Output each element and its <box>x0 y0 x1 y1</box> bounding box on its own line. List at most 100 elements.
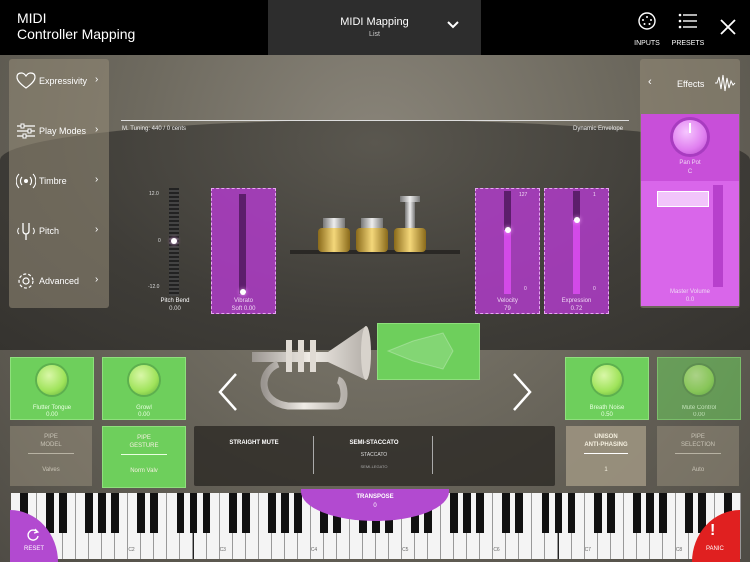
growl-value: 0.00 <box>138 412 150 418</box>
articulation-next[interactable]: SEMI-LEGATO <box>314 464 434 469</box>
flutter-tongue-control[interactable]: Flutter Tongue 0.00 <box>10 357 94 420</box>
pitch-bend-knob[interactable] <box>171 238 177 244</box>
velocity-control[interactable]: 127 0 Velocity 79 <box>475 188 540 314</box>
pan-pot-control[interactable]: Pan Pot C <box>641 114 739 181</box>
black-key[interactable] <box>111 493 120 533</box>
expression-knob[interactable] <box>573 216 580 223</box>
menu-item-label: Timbre <box>39 176 67 186</box>
chevron-right-icon: › <box>95 174 99 185</box>
black-key[interactable] <box>85 493 94 533</box>
master-tuning[interactable]: M. Tuning: 440 / 0 cents <box>122 126 186 132</box>
expression-control[interactable]: 1 0 Expression 0.72 <box>544 188 609 314</box>
black-key[interactable] <box>463 493 472 533</box>
inputs-button[interactable]: INPUTS <box>629 12 665 47</box>
expression-min: 0 <box>593 286 596 292</box>
next-instrument-icon[interactable] <box>510 372 534 412</box>
black-key[interactable] <box>176 493 185 533</box>
black-key[interactable] <box>137 493 146 533</box>
mapping-selector[interactable]: MIDI Mapping List <box>268 0 481 55</box>
master-volume-label: Master Volume <box>669 289 711 295</box>
previous-instrument-icon[interactable] <box>216 372 240 412</box>
black-key[interactable] <box>150 493 159 533</box>
expression-fill <box>573 219 580 294</box>
menu-item-pitch[interactable]: Pitch › <box>9 209 109 259</box>
presets-button[interactable]: PRESETS <box>670 12 706 47</box>
straight-mute-button[interactable]: STRAIGHT MUTE <box>194 440 314 446</box>
black-key[interactable] <box>606 493 615 533</box>
master-volume-handle[interactable] <box>657 191 709 207</box>
black-key[interactable] <box>228 493 237 533</box>
breath-noise-knob[interactable] <box>592 365 622 395</box>
waveform-icon <box>715 74 736 92</box>
mute-control-knob[interactable] <box>684 365 714 395</box>
menu-item-advanced[interactable]: Advanced › <box>9 259 109 309</box>
articulation-prev[interactable]: STACCATO <box>314 452 434 458</box>
menu-item-play-modes[interactable]: Play Modes › <box>9 109 109 159</box>
black-key[interactable] <box>202 493 211 533</box>
black-key[interactable] <box>189 493 198 533</box>
black-key[interactable] <box>554 493 563 533</box>
black-key[interactable] <box>98 493 107 533</box>
velocity-min: 0 <box>524 286 527 292</box>
menu-item-expressivity[interactable]: Expressivity › <box>9 59 109 109</box>
panic-label: PANIC <box>706 546 724 552</box>
master-volume-control[interactable]: Master Volume 0.0 <box>641 181 739 306</box>
black-key[interactable] <box>541 493 550 533</box>
black-key[interactable] <box>280 493 289 533</box>
articulation-selected[interactable]: SEMI-STACCATO <box>314 440 434 446</box>
vibrato-knob[interactable] <box>240 289 246 295</box>
flugelhorn-image <box>252 326 371 410</box>
gear-icon <box>18 273 34 289</box>
black-key[interactable] <box>593 493 602 533</box>
black-key[interactable] <box>450 493 459 533</box>
unison-selector[interactable]: UNISON ANTI-PHASING 1 <box>566 426 646 486</box>
black-key[interactable] <box>632 493 641 533</box>
black-key[interactable] <box>476 493 485 533</box>
trumpet-valves-image <box>290 196 460 254</box>
black-key[interactable] <box>241 493 250 533</box>
black-key[interactable] <box>658 493 667 533</box>
pipe-gesture-title2: GESTURE <box>129 443 159 449</box>
vibrato-track <box>239 194 246 294</box>
pitch-bend-control[interactable]: 12.0 0 -12.0 Pitch Bend 0.00 <box>140 186 210 316</box>
mute-image-tile[interactable] <box>377 323 480 380</box>
chevron-down-icon[interactable] <box>446 18 460 32</box>
black-key[interactable] <box>567 493 576 533</box>
octave-label: C7 <box>584 547 591 553</box>
mute-control[interactable]: Mute Control 0.00 <box>657 357 741 420</box>
growl-knob[interactable] <box>129 365 159 395</box>
velocity-knob[interactable] <box>504 227 511 234</box>
black-key[interactable] <box>267 493 276 533</box>
breath-noise-control[interactable]: Breath Noise 0.50 <box>565 357 649 420</box>
transpose-label: TRANSPOSE <box>356 494 394 500</box>
mute-icon <box>386 332 454 370</box>
reset-icon <box>27 528 40 541</box>
menu-item-timbre[interactable]: Timbre › <box>9 159 109 209</box>
pipe-gesture-selector[interactable]: PIPE GESTURE Norm Valv <box>102 426 186 488</box>
vibrato-control[interactable]: Vibrato Soft 0.00 <box>211 188 276 314</box>
close-icon[interactable] <box>720 19 736 35</box>
pan-pot-knob[interactable] <box>673 120 707 154</box>
vibrato-label: Vibrato <box>234 298 253 304</box>
pipe-selection-selector[interactable]: PIPE SELECTION Auto <box>657 426 739 486</box>
black-key[interactable] <box>645 493 654 533</box>
black-key[interactable] <box>684 493 693 533</box>
pan-pot-value: C <box>687 169 693 175</box>
back-button[interactable]: ‹ <box>648 76 652 88</box>
unison-value: 1 <box>604 467 608 473</box>
pipe-selection-title1: PIPE <box>691 434 705 440</box>
pipe-model-selector[interactable]: PIPE MODEL Valves <box>10 426 92 486</box>
black-key[interactable] <box>59 493 68 533</box>
flutter-tongue-knob[interactable] <box>37 365 67 395</box>
inputs-label: INPUTS <box>634 40 660 47</box>
vibrato-value: Soft 0.00 <box>231 306 256 312</box>
pitch-bend-value: 0.00 <box>169 306 181 312</box>
heart-icon <box>16 72 36 89</box>
growl-control[interactable]: Growl 0.00 <box>102 357 186 420</box>
black-key[interactable] <box>502 493 511 533</box>
expression-label: Expression <box>561 298 592 304</box>
black-key[interactable] <box>46 493 54 533</box>
black-key[interactable] <box>515 493 524 533</box>
dynamic-envelope[interactable]: Dynamic Envelope <box>573 126 623 132</box>
chevron-right-icon: › <box>95 274 99 285</box>
